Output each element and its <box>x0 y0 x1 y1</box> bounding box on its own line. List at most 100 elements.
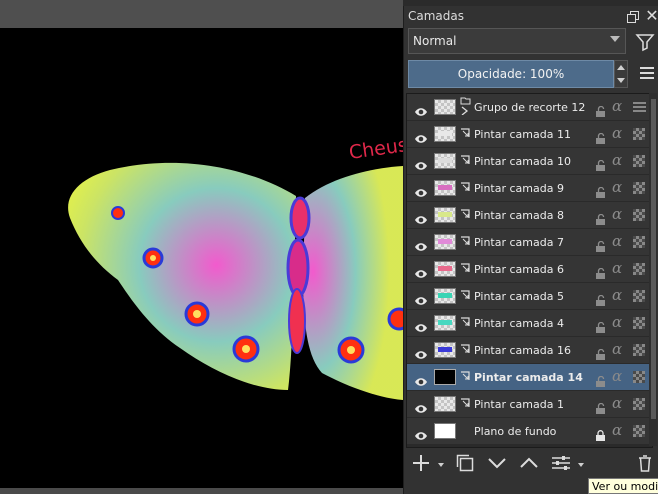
opacity-label: Opacidade: 100% <box>457 67 565 81</box>
paint-layer-icon <box>460 178 471 191</box>
inherit-alpha-icon[interactable] <box>633 344 645 356</box>
inherit-alpha-icon[interactable] <box>633 317 645 329</box>
move-layer-up-icon[interactable] <box>518 452 540 474</box>
add-layer-icon[interactable] <box>410 452 432 474</box>
paint-layer-icon <box>460 340 471 353</box>
lock-icon[interactable] <box>595 291 606 306</box>
lock-closed-icon[interactable] <box>595 426 606 441</box>
layers-toolbar <box>404 448 658 478</box>
inherit-alpha-icon[interactable] <box>633 263 645 275</box>
filter-icon[interactable] <box>634 31 656 53</box>
inherit-alpha-icon[interactable] <box>633 236 645 248</box>
visibility-eye-icon[interactable] <box>414 102 428 116</box>
alpha-lock-icon[interactable]: α <box>612 151 622 169</box>
layer-thumbnail <box>434 342 456 358</box>
layer-thumbnail <box>434 234 456 250</box>
spin-down-icon[interactable] <box>617 78 625 83</box>
alpha-lock-icon[interactable]: α <box>612 367 622 385</box>
drawing-canvas[interactable]: Cheus <box>0 28 403 488</box>
inherit-alpha-icon[interactable] <box>633 155 645 167</box>
lock-icon[interactable] <box>595 264 606 279</box>
visibility-eye-icon[interactable] <box>414 426 428 440</box>
alpha-lock-icon[interactable]: α <box>612 178 622 196</box>
inherit-alpha-icon[interactable] <box>633 209 645 221</box>
alpha-lock-icon[interactable]: α <box>612 286 622 304</box>
layer-thumbnail <box>434 423 456 439</box>
alpha-lock-icon[interactable]: α <box>612 205 622 223</box>
thumbnail-content <box>438 239 452 244</box>
opacity-slider[interactable]: Opacidade: 100% <box>408 60 614 88</box>
layer-thumbnail <box>434 396 456 412</box>
visibility-eye-icon[interactable] <box>414 264 428 278</box>
layer-row[interactable]: Pintar camada 5 α <box>407 283 652 310</box>
lock-icon[interactable] <box>595 210 606 225</box>
alpha-lock-icon[interactable]: α <box>612 394 622 412</box>
inherit-alpha-icon[interactable] <box>633 398 645 410</box>
layer-name: Pintar camada 9 <box>474 182 564 195</box>
layer-list[interactable]: Grupo de recorte 12 α Pintar camada 11 α Pin… <box>406 93 653 448</box>
layer-row[interactable]: Pintar camada 9 α <box>407 175 652 202</box>
layer-row[interactable]: Pintar camada 14 α <box>407 364 652 391</box>
inherit-alpha-icon[interactable] <box>633 182 645 194</box>
visibility-eye-icon[interactable] <box>414 237 428 251</box>
visibility-eye-icon[interactable] <box>414 183 428 197</box>
lock-icon[interactable] <box>595 129 606 144</box>
layer-name: Pintar camada 10 <box>474 155 571 168</box>
add-layer-dropdown-icon[interactable] <box>438 463 444 467</box>
alpha-lock-icon[interactable]: α <box>612 97 622 115</box>
pass-through-icon[interactable] <box>633 102 646 112</box>
layer-row[interactable]: Pintar camada 11 α <box>407 121 652 148</box>
layer-row[interactable]: Pintar camada 4 α <box>407 310 652 337</box>
opacity-spinbox[interactable] <box>614 60 628 88</box>
layer-row[interactable]: Grupo de recorte 12 α <box>407 94 652 121</box>
layer-row[interactable]: Pintar camada 6 α <box>407 256 652 283</box>
alpha-lock-icon[interactable]: α <box>612 313 622 331</box>
move-layer-down-icon[interactable] <box>486 452 508 474</box>
close-icon[interactable]: ✕ <box>644 8 658 24</box>
delete-layer-icon[interactable] <box>634 452 656 474</box>
alpha-lock-icon[interactable]: α <box>612 421 622 439</box>
visibility-eye-icon[interactable] <box>414 399 428 413</box>
visibility-eye-icon[interactable] <box>414 129 428 143</box>
layer-row[interactable]: Pintar camada 1 α <box>407 391 652 418</box>
visibility-eye-icon[interactable] <box>414 210 428 224</box>
inherit-alpha-icon[interactable] <box>633 128 645 140</box>
properties-dropdown-icon[interactable] <box>578 463 584 467</box>
inherit-alpha-icon[interactable] <box>633 425 645 437</box>
inherit-alpha-icon[interactable] <box>633 290 645 302</box>
lock-icon[interactable] <box>595 156 606 171</box>
lock-icon[interactable] <box>595 345 606 360</box>
blend-mode-select[interactable]: Normal <box>408 28 626 54</box>
layer-row[interactable]: Plano de fundo α <box>407 418 652 445</box>
alpha-lock-icon[interactable]: α <box>612 232 622 250</box>
visibility-eye-icon[interactable] <box>414 291 428 305</box>
spin-up-icon[interactable] <box>617 65 625 70</box>
lock-icon[interactable] <box>595 183 606 198</box>
alpha-lock-icon[interactable]: α <box>612 124 622 142</box>
visibility-eye-icon[interactable] <box>414 318 428 332</box>
lock-icon[interactable] <box>595 102 606 117</box>
duplicate-layer-icon[interactable] <box>454 452 476 474</box>
top-strip <box>0 0 403 28</box>
float-docker-icon[interactable] <box>626 9 640 23</box>
lock-icon[interactable] <box>595 237 606 252</box>
layer-row[interactable]: Pintar camada 16 α <box>407 337 652 364</box>
inherit-alpha-icon[interactable] <box>633 371 645 383</box>
layer-thumbnail <box>434 99 456 115</box>
layer-row[interactable]: Pintar camada 7 α <box>407 229 652 256</box>
docker-menu-icon[interactable] <box>640 67 654 79</box>
scrollbar-thumb[interactable] <box>651 99 656 419</box>
layer-name: Plano de fundo <box>474 425 557 438</box>
visibility-eye-icon[interactable] <box>414 345 428 359</box>
layer-row[interactable]: Pintar camada 8 α <box>407 202 652 229</box>
alpha-lock-icon[interactable]: α <box>612 259 622 277</box>
visibility-eye-icon[interactable] <box>414 372 428 386</box>
visibility-eye-icon[interactable] <box>414 156 428 170</box>
lock-icon[interactable] <box>595 399 606 414</box>
layer-row[interactable]: Pintar camada 10 α <box>407 148 652 175</box>
alpha-lock-icon[interactable]: α <box>612 340 622 358</box>
lock-icon[interactable] <box>595 372 606 387</box>
lock-icon[interactable] <box>595 318 606 333</box>
layer-name: Pintar camada 6 <box>474 263 564 276</box>
layer-properties-icon[interactable] <box>550 452 572 474</box>
